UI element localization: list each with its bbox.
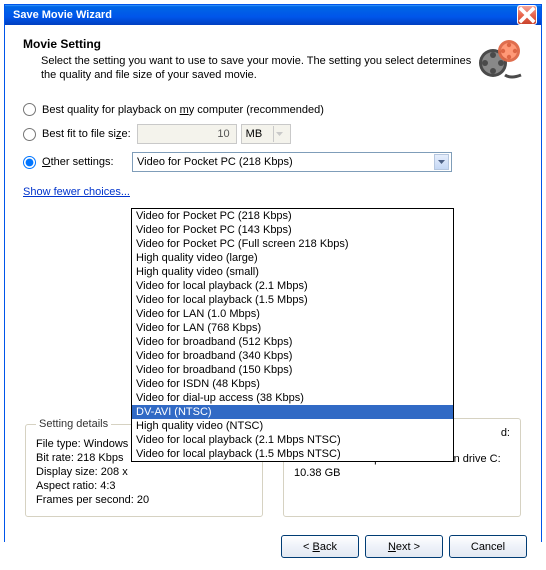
wizard-body: Movie Setting Select the setting you wan… (5, 25, 541, 527)
dropdown-item[interactable]: Video for broadband (150 Kbps) (132, 363, 453, 377)
display-size-line: Display size: 208 x (36, 466, 252, 478)
file-size-unit-combo: MB (241, 124, 291, 144)
dropdown-item[interactable]: High quality video (small) (132, 265, 453, 279)
dropdown-item[interactable]: High quality video (NTSC) (132, 419, 453, 433)
movie-reel-icon (475, 37, 523, 85)
aspect-ratio-line: Aspect ratio: 4:3 (36, 480, 252, 492)
dropdown-item[interactable]: Video for broadband (512 Kbps) (132, 335, 453, 349)
dropdown-item[interactable]: Video for ISDN (48 Kbps) (132, 377, 453, 391)
combo-selected-text: Video for Pocket PC (218 Kbps) (137, 156, 434, 168)
dropdown-item[interactable]: DV-AVI (NTSC) (132, 405, 453, 419)
wizard-window: Save Movie Wizard Movie Setting Select t… (4, 4, 542, 542)
page-description: Select the setting you want to use to sa… (23, 54, 475, 83)
dropdown-item[interactable]: Video for local playback (2.1 Mbps) (132, 279, 453, 293)
radio-best-quality-input[interactable] (23, 103, 36, 116)
dropdown-item[interactable]: Video for dial-up access (38 Kbps) (132, 391, 453, 405)
radio-best-fit-input[interactable] (23, 128, 36, 141)
radio-other-input[interactable] (23, 156, 36, 169)
radio-best-quality[interactable]: Best quality for playback on my computer… (23, 103, 523, 116)
file-size-input (137, 124, 237, 144)
radio-other-label: Other settings: (42, 156, 132, 168)
dropdown-item[interactable]: Video for LAN (1.0 Mbps) (132, 307, 453, 321)
space-value-line: 10.38 GB (294, 467, 510, 479)
dropdown-item[interactable]: Video for local playback (1.5 Mbps NTSC) (132, 447, 453, 461)
dropdown-item[interactable]: Video for broadband (340 Kbps) (132, 349, 453, 363)
wizard-header: Movie Setting Select the setting you wan… (23, 37, 523, 85)
chevron-down-icon (273, 126, 286, 142)
titlebar[interactable]: Save Movie Wizard (5, 5, 541, 25)
dropdown-item[interactable]: Video for LAN (768 Kbps) (132, 321, 453, 335)
dropdown-item[interactable]: Video for local playback (2.1 Mbps NTSC) (132, 433, 453, 447)
fps-line: Frames per second: 20 (36, 494, 252, 506)
chevron-down-icon[interactable] (434, 154, 449, 170)
dropdown-item[interactable]: Video for local playback (1.5 Mbps) (132, 293, 453, 307)
dropdown-item[interactable]: Video for Pocket PC (Full screen 218 Kbp… (132, 237, 453, 251)
radio-best-quality-label: Best quality for playback on my computer… (42, 104, 324, 116)
dropdown-item[interactable]: Video for Pocket PC (218 Kbps) (132, 209, 453, 223)
radio-best-fit-label: Best fit to file size: (42, 128, 131, 140)
back-button[interactable]: < Back (281, 535, 359, 558)
page-title: Movie Setting (23, 37, 475, 51)
cancel-button[interactable]: Cancel (449, 535, 527, 558)
radio-other-settings[interactable]: Other settings: Video for Pocket PC (218… (23, 152, 523, 172)
next-button[interactable]: Next > (365, 535, 443, 558)
file-size-unit-text: MB (246, 128, 263, 140)
options-group: Best quality for playback on my computer… (23, 103, 523, 202)
wizard-footer: < Back Next > Cancel (5, 527, 541, 570)
setting-details-legend: Setting details (36, 418, 111, 430)
close-button[interactable] (517, 5, 537, 25)
dropdown-item[interactable]: High quality video (large) (132, 251, 453, 265)
window-title: Save Movie Wizard (9, 9, 517, 21)
settings-dropdown-list[interactable]: Video for Pocket PC (218 Kbps)Video for … (131, 208, 454, 462)
close-icon (518, 6, 536, 24)
dropdown-item[interactable]: Video for Pocket PC (143 Kbps) (132, 223, 453, 237)
show-fewer-link[interactable]: Show fewer choices... (23, 186, 130, 198)
other-settings-combobox[interactable]: Video for Pocket PC (218 Kbps) (132, 152, 452, 172)
radio-best-fit[interactable]: Best fit to file size: MB (23, 124, 523, 144)
